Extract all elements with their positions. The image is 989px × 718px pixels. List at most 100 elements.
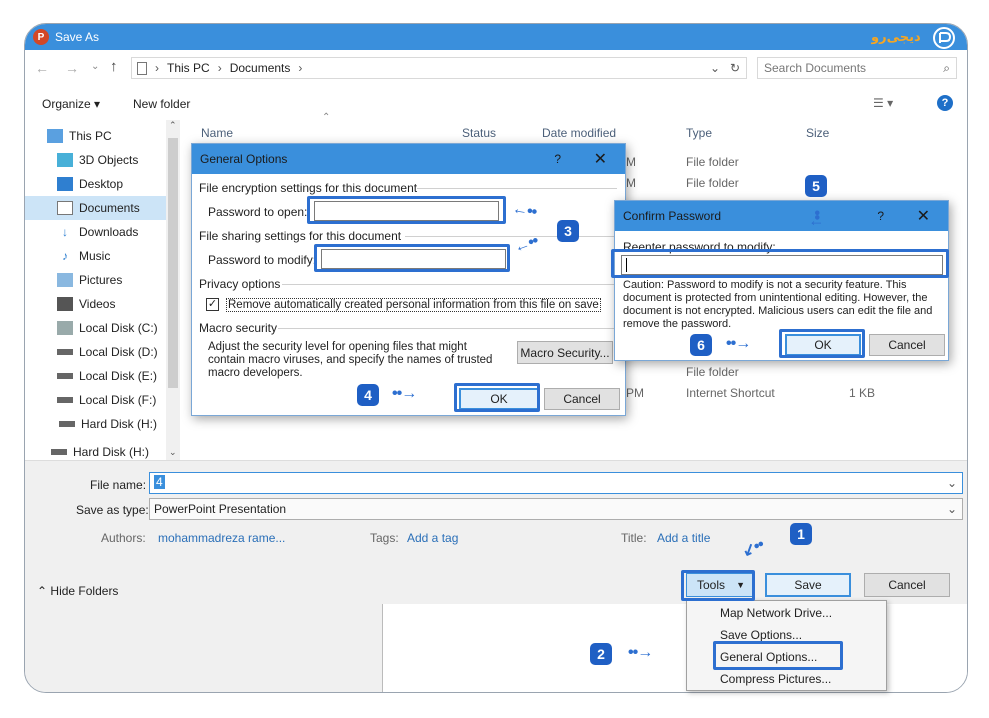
filename-input[interactable]: 4 ⌄ [149, 472, 963, 494]
macro-security-button[interactable]: Macro Security... [517, 341, 613, 364]
title-bar: P Save As دیجی‌رو [25, 24, 967, 50]
new-folder-button[interactable]: New folder [133, 97, 190, 111]
breadcrumb-this-pc[interactable]: This PC [167, 61, 210, 75]
dialog-title: Confirm Password [623, 209, 722, 223]
scroll-down-icon[interactable]: ⌄ [169, 447, 177, 458]
arrow-icon: ••↓ [808, 210, 825, 227]
privacy-checkbox-label[interactable]: Remove automatically created personal in… [226, 298, 601, 312]
close-icon[interactable]: ✕ [594, 149, 607, 169]
save-form: File name: 4 ⌄ Save as type: PowerPoint … [25, 460, 967, 604]
chevron-down-icon[interactable]: ⌄ [947, 502, 957, 516]
sidebar-item-3d-objects[interactable]: 3D Objects [25, 148, 166, 172]
dialog-title: General Options [200, 152, 288, 166]
general-options-cancel-button[interactable]: Cancel [544, 388, 620, 410]
menu-item-map-network-drive[interactable]: Map Network Drive... [720, 606, 832, 620]
highlight-password-modify [314, 244, 510, 272]
sidebar-item-this-pc[interactable]: This PC [25, 124, 166, 148]
title-label: Title: [621, 531, 647, 545]
search-placeholder: Search Documents [764, 61, 867, 75]
document-icon [137, 61, 147, 75]
sidebar-item-desktop[interactable]: Desktop [25, 172, 166, 196]
pictures-icon [57, 273, 73, 287]
search-input[interactable]: Search Documents ⌕ [757, 57, 957, 79]
forward-arrow-icon[interactable]: → [65, 60, 79, 76]
powerpoint-icon: P [33, 29, 49, 45]
sidebar-scrollbar[interactable]: ⌃ ⌄ [166, 120, 180, 460]
sidebar-item-local-disk-c[interactable]: Local Disk (C:) [25, 316, 166, 340]
confirm-cancel-button[interactable]: Cancel [869, 334, 945, 356]
sidebar-item-hard-disk-h[interactable]: Hard Disk (H:) [25, 412, 166, 436]
privacy-checkbox[interactable]: ✓ [206, 298, 219, 311]
desktop-icon [57, 177, 73, 191]
sidebar-item-hard-disk-h-2[interactable]: Hard Disk (H:) [25, 444, 166, 460]
sidebar-item-music[interactable]: ♪ Music [25, 244, 166, 268]
authors-label: Authors: [101, 531, 146, 545]
help-icon[interactable]: ? [937, 95, 953, 111]
breadcrumb-documents[interactable]: Documents [230, 61, 291, 75]
cancel-button[interactable]: Cancel [864, 573, 950, 597]
password-modify-label: Password to modify: [208, 253, 317, 267]
savetype-label: Save as type: [76, 503, 149, 517]
scrollbar-thumb[interactable] [168, 138, 178, 388]
sidebar-item-local-disk-e[interactable]: Local Disk (E:) [25, 364, 166, 388]
caution-text: Caution: Password to modify is not a sec… [623, 279, 933, 330]
command-toolbar: Organize ▾ New folder ☰ ▾ ? [25, 90, 967, 120]
column-name[interactable]: Name [201, 126, 233, 140]
brand-logo: دیجی‌رو [870, 26, 957, 50]
scroll-up-icon[interactable]: ⌃ [169, 120, 177, 131]
sidebar-item-local-disk-f[interactable]: Local Disk (F:) [25, 388, 166, 412]
sharing-section-label: File sharing settings for this document [199, 229, 402, 243]
help-button[interactable]: ? [877, 209, 884, 223]
encryption-section-label: File encryption settings for this docume… [199, 181, 418, 195]
close-icon[interactable]: ✕ [917, 206, 930, 226]
breadcrumb-separator-icon: › [155, 61, 159, 75]
savetype-select[interactable]: PowerPoint Presentation ⌄ [149, 498, 963, 520]
menu-item-compress-pictures[interactable]: Compress Pictures... [720, 672, 831, 686]
drive-icon [59, 421, 75, 427]
title-value[interactable]: Add a title [657, 531, 710, 545]
menu-item-save-options[interactable]: Save Options... [720, 628, 802, 642]
help-button[interactable]: ? [554, 152, 561, 166]
cube-icon [57, 153, 73, 167]
highlight-password-open [307, 196, 506, 224]
chevron-down-icon[interactable]: ⌄ [947, 476, 957, 490]
address-bar[interactable]: › This PC › Documents › ⌄ ↻ [131, 57, 747, 79]
navigation-bar: ← → ⌄ ↑ › This PC › Documents › ⌄ ↻ Sear… [25, 50, 967, 90]
column-date-modified[interactable]: Date modified [542, 126, 616, 140]
drive-icon [51, 449, 67, 455]
sidebar-item-downloads[interactable]: ↓ Downloads [25, 220, 166, 244]
address-dropdown-icon[interactable]: ⌄ [710, 61, 720, 75]
window-title: Save As [55, 30, 100, 44]
column-status[interactable]: Status [462, 126, 496, 140]
arrow-icon: ••→ [726, 335, 751, 352]
computer-icon [47, 129, 63, 143]
organize-button[interactable]: Organize ▾ [42, 97, 100, 111]
highlight-tools [681, 570, 755, 601]
tags-value[interactable]: Add a tag [407, 531, 458, 545]
save-button[interactable]: Save [765, 573, 851, 597]
sidebar-item-local-disk-d[interactable]: Local Disk (D:) [25, 340, 166, 364]
drive-icon [57, 373, 73, 379]
step-badge-3: 3 [557, 220, 579, 242]
sidebar-item-documents[interactable]: Documents [25, 196, 166, 220]
search-icon: ⌕ [943, 60, 950, 75]
sidebar-item-pictures[interactable]: Pictures [25, 268, 166, 292]
macro-description: Adjust the security level for opening fi… [208, 341, 493, 379]
authors-value[interactable]: mohammadreza rame... [158, 531, 285, 545]
back-arrow-icon[interactable]: ← [35, 60, 49, 76]
column-type[interactable]: Type [686, 126, 712, 140]
highlight-general-ok [454, 383, 540, 412]
macro-section-label: Macro security [199, 321, 278, 335]
hide-folders-button[interactable]: ⌃ Hide Folders [37, 584, 118, 598]
view-options-icon[interactable]: ☰ ▾ [873, 96, 893, 110]
video-icon [57, 297, 73, 311]
tags-label: Tags: [370, 531, 399, 545]
step-badge-6: 6 [690, 334, 712, 356]
recent-chevron-icon[interactable]: ⌄ [91, 61, 99, 72]
highlight-confirm-ok [779, 329, 865, 358]
column-size[interactable]: Size [806, 126, 829, 140]
refresh-icon[interactable]: ↻ [730, 61, 740, 75]
sidebar-item-videos[interactable]: Videos [25, 292, 166, 316]
general-options-dialog: General Options ? ✕ File encryption sett… [191, 143, 626, 416]
up-arrow-icon[interactable]: ↑ [110, 58, 118, 75]
